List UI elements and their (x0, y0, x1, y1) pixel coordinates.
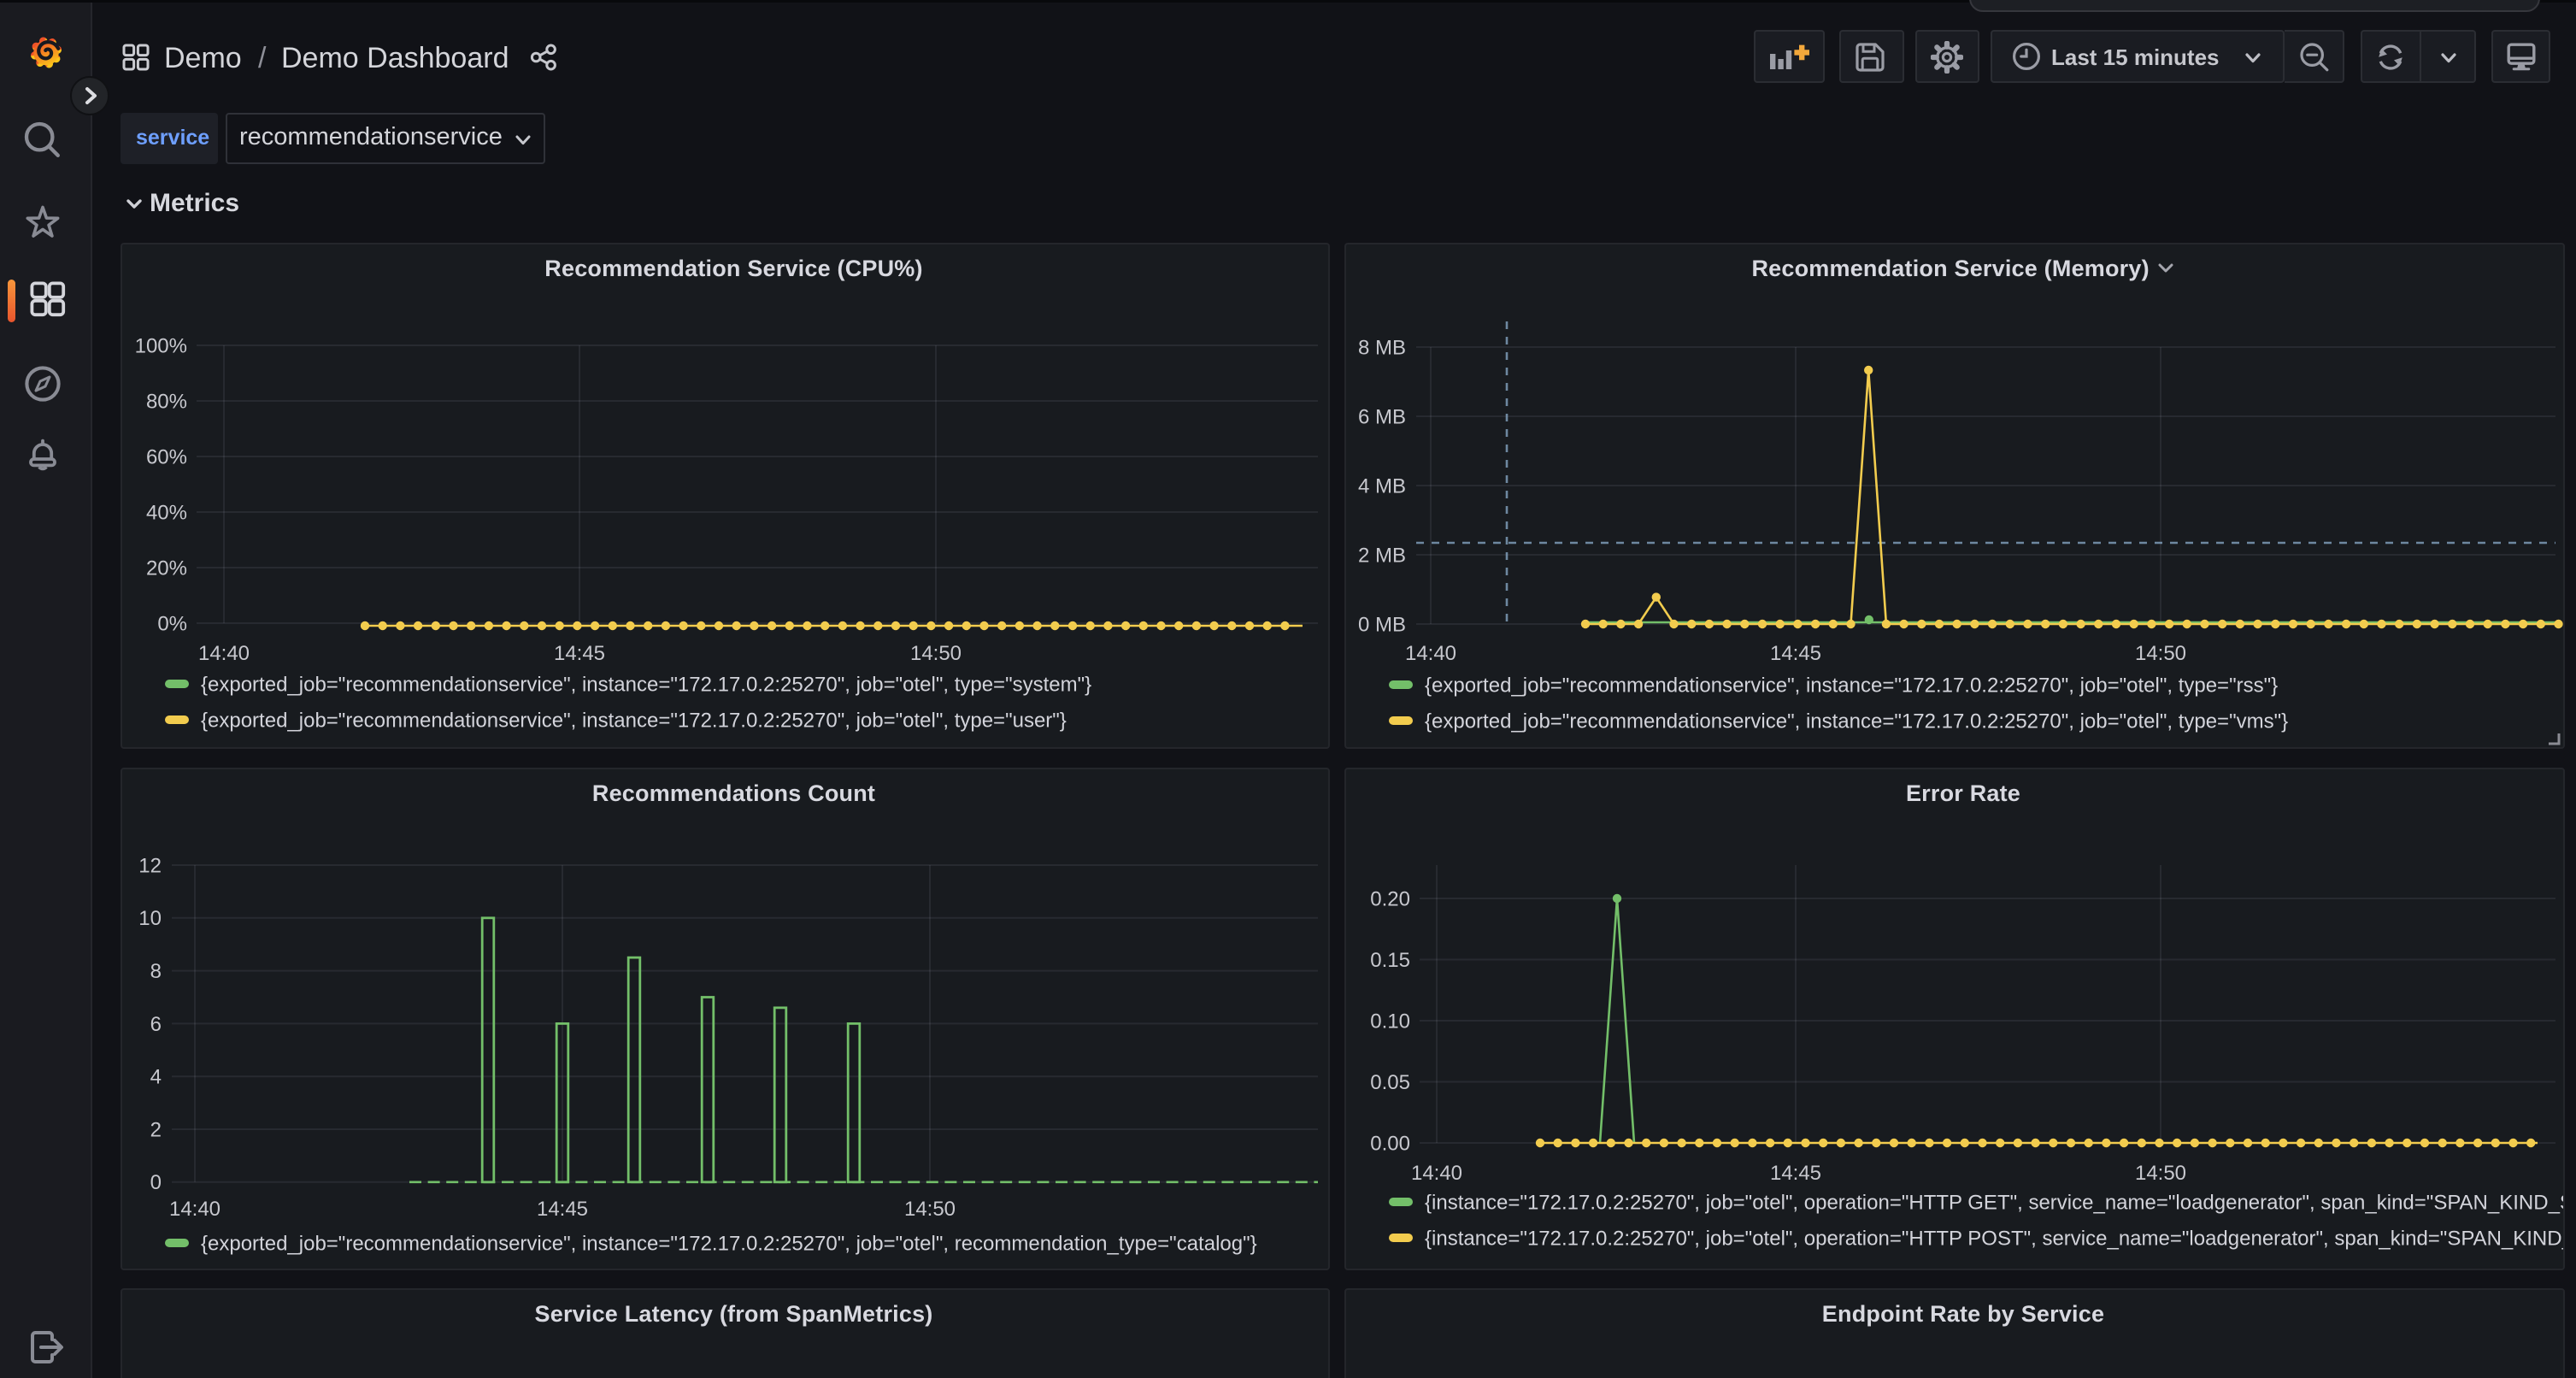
svg-text:2: 2 (150, 1118, 162, 1141)
svg-text:{exported_job="recommendations: {exported_job="recommendationservice", i… (201, 1232, 1257, 1255)
svg-text:14:40: 14:40 (1405, 642, 1456, 665)
svg-text:14:45: 14:45 (537, 1198, 588, 1221)
svg-text:{exported_job="recommendations: {exported_job="recommendationservice", i… (201, 709, 1067, 732)
svg-text:14:45: 14:45 (1770, 642, 1821, 665)
svg-text:0: 0 (150, 1171, 162, 1194)
svg-text:{exported_job="recommendations: {exported_job="recommendationservice", i… (201, 673, 1091, 696)
svg-text:100%: 100% (135, 334, 187, 357)
svg-text:0.15: 0.15 (1370, 949, 1410, 972)
svg-text:{instance="172.17.0.2:25270",: {instance="172.17.0.2:25270", job="otel"… (1425, 1227, 2565, 1250)
svg-text:0.05: 0.05 (1370, 1071, 1410, 1094)
svg-text:6 MB: 6 MB (1358, 405, 1406, 428)
svg-text:0 MB: 0 MB (1358, 613, 1406, 636)
svg-text:14:50: 14:50 (910, 642, 962, 665)
svg-text:14:40: 14:40 (1411, 1162, 1462, 1185)
svg-text:0.20: 0.20 (1370, 887, 1410, 910)
svg-text:4 MB: 4 MB (1358, 474, 1406, 498)
svg-text:40%: 40% (146, 501, 187, 524)
svg-text:8 MB: 8 MB (1358, 336, 1406, 359)
svg-text:14:45: 14:45 (554, 642, 605, 665)
svg-text:0.10: 0.10 (1370, 1010, 1410, 1033)
svg-text:14:50: 14:50 (2135, 1162, 2186, 1185)
svg-text:14:40: 14:40 (198, 642, 250, 665)
svg-text:8: 8 (150, 960, 162, 983)
svg-text:12: 12 (138, 854, 162, 877)
svg-text:80%: 80% (146, 390, 187, 413)
svg-text:14:50: 14:50 (904, 1198, 956, 1221)
svg-text:4: 4 (150, 1066, 162, 1089)
svg-text:6: 6 (150, 1013, 162, 1036)
svg-text:{exported_job="recommendations: {exported_job="recommendationservice", i… (1425, 674, 2278, 697)
svg-text:0.00: 0.00 (1370, 1132, 1410, 1155)
svg-text:14:50: 14:50 (2135, 642, 2186, 665)
svg-text:20%: 20% (146, 556, 187, 580)
svg-text:14:40: 14:40 (169, 1198, 221, 1221)
svg-text:2 MB: 2 MB (1358, 544, 1406, 567)
svg-text:{exported_job="recommendations: {exported_job="recommendationservice", i… (1425, 710, 2288, 733)
svg-text:14:45: 14:45 (1770, 1162, 1821, 1185)
svg-text:0%: 0% (157, 612, 187, 635)
svg-text:10: 10 (138, 907, 162, 930)
svg-text:{instance="172.17.0.2:25270",: {instance="172.17.0.2:25270", job="otel"… (1425, 1191, 2565, 1214)
svg-text:60%: 60% (146, 445, 187, 468)
